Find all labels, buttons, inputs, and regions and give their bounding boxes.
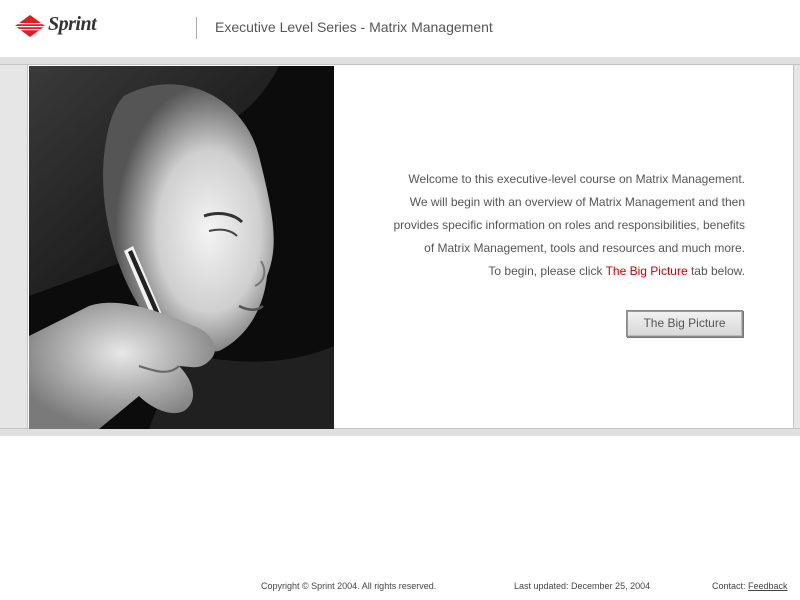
right-strip <box>793 65 800 429</box>
intro-line: Welcome to this executive-level course o… <box>408 172 745 186</box>
bottom-band <box>0 428 800 436</box>
contact-label: Contact: <box>712 581 749 591</box>
intro-text: Welcome to this executive-level course o… <box>345 168 745 283</box>
begin-line: To begin, please click The Big Picture t… <box>345 260 745 283</box>
begin-prefix: To begin, please click <box>488 264 606 278</box>
sprint-logo[interactable]: Sprint <box>14 13 109 39</box>
intro-line: provides specific information on roles a… <box>393 218 745 232</box>
hero-photo <box>29 66 334 429</box>
intro-line: We will begin with an overview of Matrix… <box>409 195 745 209</box>
copyright-text: Copyright © Sprint 2004. All rights rese… <box>261 581 437 591</box>
intro-line: of Matrix Management, tools and resource… <box>424 241 745 255</box>
feedback-link[interactable]: Feedback <box>748 581 788 591</box>
top-band <box>0 57 800 65</box>
big-picture-button[interactable]: The Big Picture <box>626 310 743 337</box>
left-strip <box>0 65 28 429</box>
header-divider <box>196 17 197 39</box>
logo-text: Sprint <box>48 13 97 35</box>
big-picture-highlight: The Big Picture <box>605 264 688 278</box>
sprint-diamond-icon <box>14 15 46 37</box>
begin-suffix: tab below. <box>687 264 745 278</box>
last-updated-text: Last updated: December 25, 2004 <box>514 581 651 591</box>
header: Sprint Executive Level Series - Matrix M… <box>0 0 800 57</box>
contact: Contact: Feedback <box>712 581 788 591</box>
page-title: Executive Level Series - Matrix Manageme… <box>215 19 493 35</box>
content-panel: Welcome to this executive-level course o… <box>334 66 793 428</box>
